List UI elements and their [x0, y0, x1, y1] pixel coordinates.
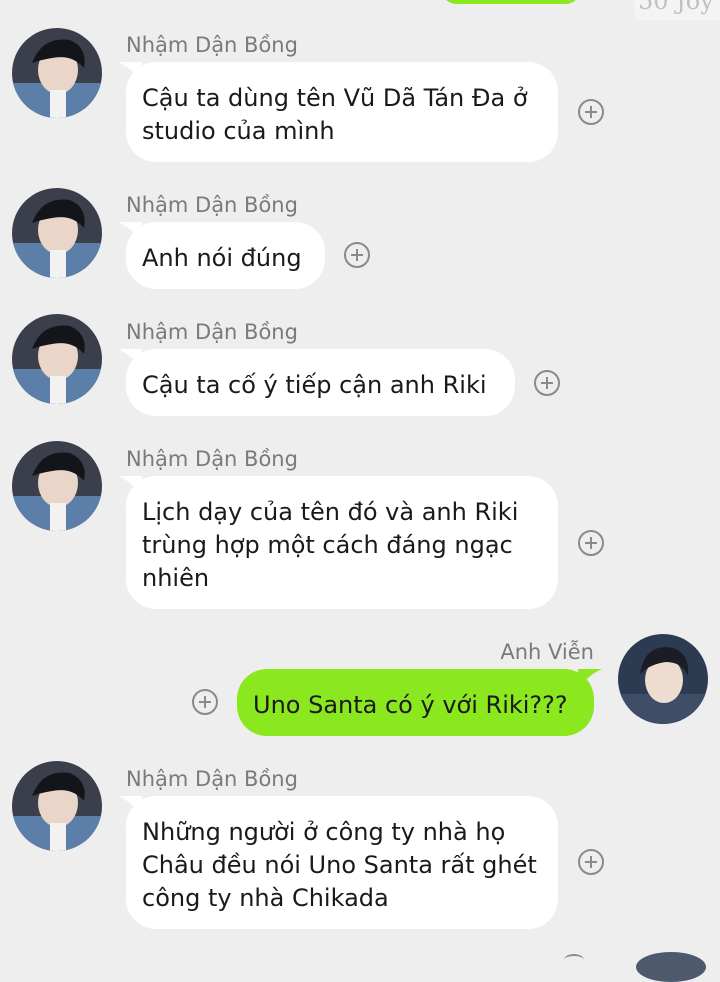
incoming-message-bubble[interactable]: Lịch dạy của tên đó và anh Riki trùng hợ…: [118, 476, 558, 609]
plus-circle-icon[interactable]: [192, 689, 218, 715]
message-text: Lịch dạy của tên đó và anh Riki trùng hợ…: [142, 498, 519, 592]
top-badge: 50 Joy: [634, 0, 720, 20]
sender-name: Nhậm Dận Bồng: [126, 767, 298, 791]
plus-circle-icon[interactable]: [578, 530, 604, 556]
plus-circle-icon[interactable]: [578, 99, 604, 125]
message-text: Anh nói đúng: [142, 244, 302, 272]
sender-name: Nhậm Dận Bồng: [126, 193, 298, 217]
incoming-message-bubble[interactable]: Những người ở công ty nhà họ Châu đều nó…: [118, 796, 558, 929]
outgoing-message-bubble[interactable]: Uno Santa có ý với Riki???: [237, 669, 602, 736]
sender-avatar[interactable]: [636, 952, 706, 982]
message-text: Cậu ta dùng tên Vũ Dã Tán Đa ở studio củ…: [142, 84, 528, 145]
sender-avatar[interactable]: [12, 28, 102, 118]
sender-avatar[interactable]: [12, 441, 102, 531]
message-text: Cậu ta cố ý tiếp cận anh Riki: [142, 371, 487, 399]
sender-avatar[interactable]: [12, 314, 102, 404]
sender-avatar[interactable]: [12, 188, 102, 278]
sender-name: Nhậm Dận Bồng: [126, 320, 298, 344]
incoming-message-bubble[interactable]: Anh nói đúng: [118, 222, 325, 289]
sender-name: Nhậm Dận Bồng: [126, 447, 298, 471]
message-text: Những người ở công ty nhà họ Châu đều nó…: [142, 818, 537, 912]
plus-circle-icon[interactable]: [564, 954, 584, 966]
sender-name: Anh Viễn: [500, 640, 594, 664]
sender-avatar[interactable]: [618, 634, 708, 724]
incoming-message-bubble[interactable]: Cậu ta cố ý tiếp cận anh Riki: [118, 349, 515, 416]
plus-circle-icon[interactable]: [578, 849, 604, 875]
message-text: Uno Santa có ý với Riki???: [253, 691, 568, 719]
incoming-message-bubble[interactable]: Cậu ta dùng tên Vũ Dã Tán Đa ở studio củ…: [118, 62, 558, 162]
sender-avatar[interactable]: [12, 761, 102, 851]
plus-circle-icon[interactable]: [534, 370, 560, 396]
sender-name: Nhậm Dận Bồng: [126, 33, 298, 57]
plus-circle-icon[interactable]: [344, 242, 370, 268]
previous-outgoing-bubble-fragment: [440, 0, 582, 4]
